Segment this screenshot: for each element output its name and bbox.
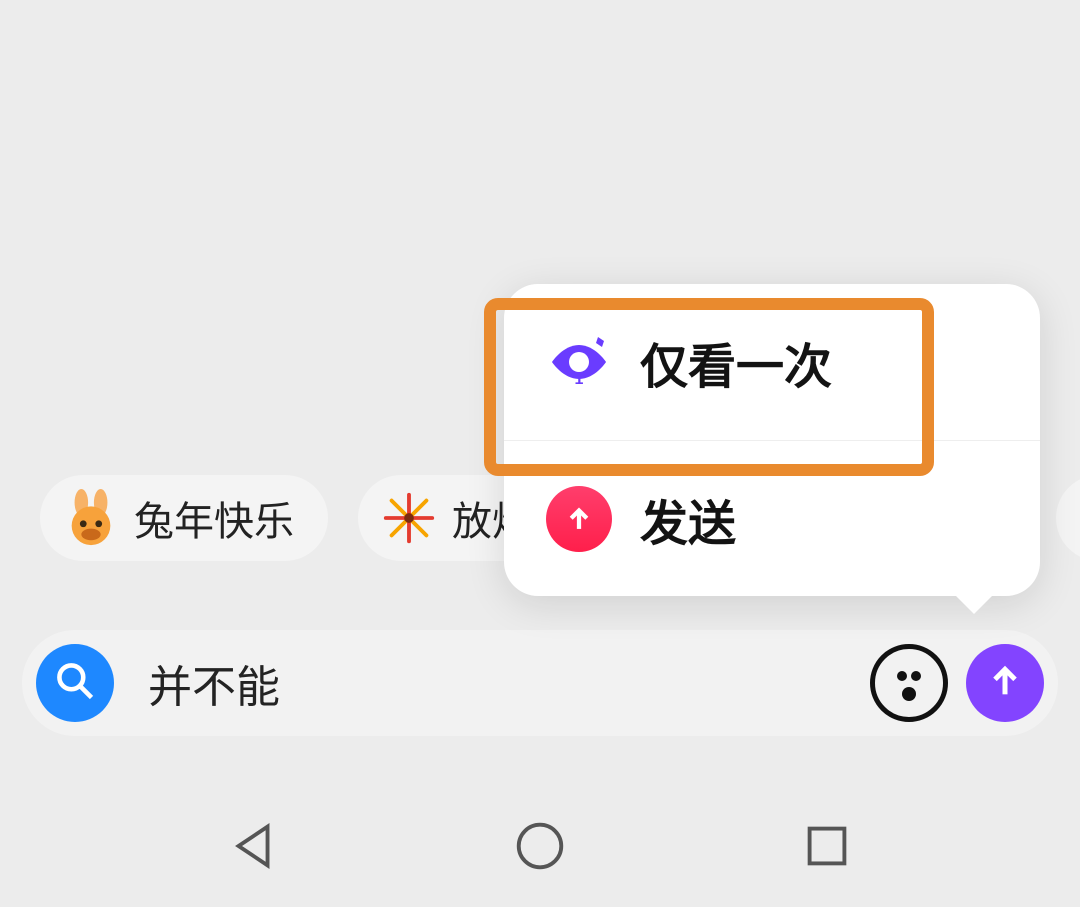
arrow-up-icon: [985, 661, 1025, 706]
fireworks-icon: [380, 489, 438, 547]
send-up-icon: [546, 486, 612, 552]
chip-label: 兔年快乐: [134, 489, 294, 547]
popup-item-label: 仅看一次: [640, 327, 832, 397]
nav-recents-button[interactable]: [794, 815, 860, 881]
nav-back-button[interactable]: [221, 815, 287, 881]
chip-bunny[interactable]: 兔年快乐: [40, 475, 328, 561]
circle-home-icon: [511, 817, 569, 880]
emoji-button[interactable]: [870, 644, 948, 722]
send-options-popup: 1 仅看一次 发送: [504, 284, 1040, 596]
svg-text:1: 1: [575, 371, 584, 388]
popup-item-label: 发送: [640, 484, 736, 554]
square-recents-icon: [798, 817, 856, 880]
search-button[interactable]: [36, 644, 114, 722]
message-input-bar: 并不能: [22, 630, 1058, 736]
popup-item-send[interactable]: 发送: [504, 440, 1040, 596]
message-input[interactable]: 并不能: [114, 651, 870, 715]
triangle-back-icon: [225, 817, 283, 880]
chip-pai[interactable]: 拍: [1056, 475, 1080, 561]
send-button[interactable]: [966, 644, 1044, 722]
bunny-icon: [62, 489, 120, 547]
search-icon: [53, 659, 97, 708]
popup-item-view-once[interactable]: 1 仅看一次: [504, 284, 1040, 440]
android-nav-bar: [0, 798, 1080, 898]
view-once-icon: 1: [546, 329, 612, 395]
nav-home-button[interactable]: [507, 815, 573, 881]
